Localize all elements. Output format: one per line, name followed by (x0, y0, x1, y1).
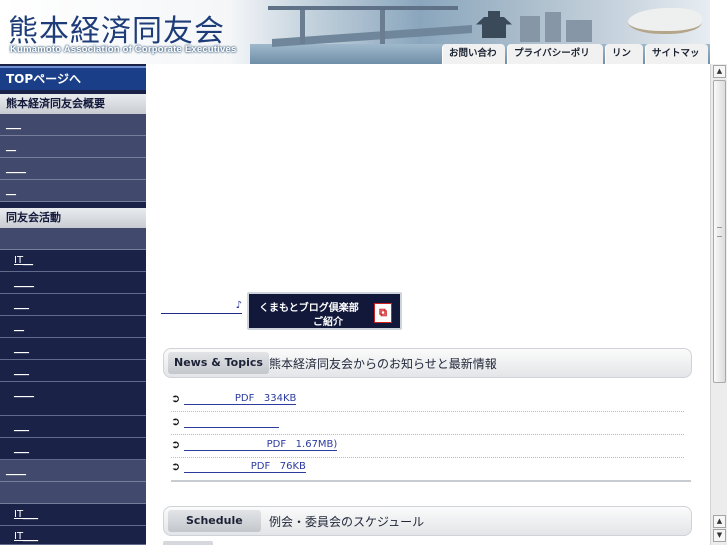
arrow-right-icon: ➲ (171, 438, 181, 451)
sidebar-subitem[interactable]: ____ (0, 272, 146, 294)
sidebar-subitem-label: __ (14, 321, 24, 332)
page: 熊本経済同友会 Kumamoto Association of Corporat… (0, 0, 727, 545)
news-link[interactable] (184, 416, 280, 428)
sidebar-subitem[interactable]: ___ (0, 360, 146, 382)
sidebar-subitem-label: ___ (14, 299, 29, 310)
sidebar-item[interactable]: ___ (0, 114, 146, 136)
news-item: ➲ PDF 1.67MB) (171, 436, 684, 458)
main-content: ♪ くまもとブログ倶楽部 ご紹介 ⧉ News & Topics 熊本経済同友会… (146, 64, 710, 545)
arrow-up-icon[interactable]: ▲ (713, 515, 726, 528)
sidebar-item[interactable]: ____ (0, 158, 146, 180)
arrow-up-icon[interactable]: ▲ (713, 65, 726, 78)
sidebar: TOPページへ 熊本経済同友会概要 ___ __ ____ __ 同友会活動 I… (0, 64, 146, 545)
sidebar-section-activities: 同友会活動 (0, 208, 146, 228)
util-link-privacy[interactable]: プライバシーポリシー (506, 44, 604, 64)
sidebar-group-band[interactable] (0, 482, 146, 504)
header-bridge-pillar (380, 10, 385, 44)
sidebar-subitem[interactable]: ___ (0, 438, 146, 460)
schedule-section-header: Schedule 例会・委員会のスケジュール (163, 506, 692, 536)
news-description: 熊本経済同友会からのお知らせと最新情報 (269, 357, 497, 371)
sidebar-item-label: __ (6, 185, 16, 196)
util-link-contact[interactable]: お問い合わせ (442, 44, 505, 64)
news-link[interactable]: PDF 334KB (184, 393, 297, 405)
schedule-tab: Schedule (168, 510, 261, 532)
sidebar-section-overview: 熊本経済同友会概要 (0, 94, 146, 114)
sidebar-subitem[interactable]: ____ (0, 382, 146, 416)
sidebar-subitem-label: ____ (14, 277, 34, 288)
pdf-icon: ⧉ (374, 303, 392, 323)
blog-club-banner[interactable]: くまもとブログ倶楽部 ご紹介 ⧉ (247, 292, 402, 330)
header-building-image (545, 12, 561, 42)
arrow-right-icon: ➲ (171, 415, 181, 428)
util-link-links[interactable]: リンク (605, 44, 644, 64)
sidebar-item[interactable]: ____ (0, 460, 146, 482)
header-building-image (566, 20, 592, 42)
sidebar-item-label: ____ (6, 465, 26, 476)
sidebar-subitem-label: IT___ (14, 509, 39, 520)
utility-nav: お問い合わせ プライバシーポリシー リンク サイトマップ (442, 44, 710, 64)
util-link-sitemap[interactable]: サイトマップ (645, 44, 708, 64)
arrow-down-icon[interactable]: ▼ (713, 529, 726, 542)
site-header: 熊本経済同友会 Kumamoto Association of Corporat… (0, 0, 710, 64)
news-item: ➲ PDF 334KB (171, 390, 684, 412)
vertical-scrollbar[interactable]: ▲ ▲ ▼ (710, 64, 727, 545)
sidebar-subitem-label: IT___ (14, 531, 39, 542)
sidebar-subitem-label: ____ (14, 387, 34, 398)
scrollbar-thumb[interactable] (713, 80, 726, 383)
news-tab: News & Topics (168, 352, 269, 374)
sidebar-item[interactable]: __ (0, 136, 146, 158)
sidebar-subitem[interactable]: ___ (0, 338, 146, 360)
header-building-image (520, 16, 540, 42)
sidebar-subitem-label: ___ (14, 421, 29, 432)
news-divider (171, 480, 691, 482)
header-bird-image (628, 8, 702, 34)
news-link[interactable]: PDF 1.67MB) (184, 439, 338, 451)
header-bridge-pillar (300, 10, 305, 44)
schedule-description: 例会・委員会のスケジュール (269, 515, 425, 529)
sidebar-subitem[interactable]: IT___ (0, 504, 146, 526)
sidebar-item[interactable]: __ (0, 180, 146, 202)
sidebar-subitem[interactable]: __ (0, 316, 146, 338)
sidebar-subitem[interactable]: IT__ (0, 250, 146, 272)
sidebar-item-label: ___ (6, 119, 21, 130)
blog-banner-title: くまもとブログ倶楽部 (259, 303, 359, 314)
grip-icon (717, 227, 722, 237)
sidebar-item-label: ____ (6, 163, 26, 174)
blog-banner-subtitle: ご紹介 (313, 317, 343, 328)
news-section-header: News & Topics 熊本経済同友会からのお知らせと最新情報 (163, 348, 692, 378)
news-link[interactable]: PDF 76KB (184, 461, 306, 473)
schedule-table-header (163, 541, 213, 545)
sidebar-group-band[interactable] (0, 228, 146, 250)
sidebar-subitem-label: IT__ (14, 255, 34, 266)
header-castle-image (476, 11, 512, 38)
sidebar-subitem-label: ___ (14, 365, 29, 376)
site-subtitle: Kumamoto Association of Corporate Execut… (10, 44, 237, 55)
arrow-right-icon: ➲ (171, 392, 181, 405)
news-item: ➲ (171, 413, 684, 435)
blog-text-link[interactable]: ♪ (161, 300, 242, 314)
sidebar-top-link[interactable]: TOPページへ (0, 66, 146, 90)
sidebar-subitem-label: ___ (14, 443, 29, 454)
sidebar-subitem[interactable]: ___ (0, 294, 146, 316)
sidebar-subitem[interactable]: ___ (0, 416, 146, 438)
sidebar-item-label: __ (6, 141, 16, 152)
sidebar-subitem[interactable]: IT___ (0, 526, 146, 545)
news-item: ➲ PDF 76KB (171, 458, 684, 480)
arrow-right-icon: ➲ (171, 460, 181, 473)
sidebar-subitem-label: ___ (14, 343, 29, 354)
